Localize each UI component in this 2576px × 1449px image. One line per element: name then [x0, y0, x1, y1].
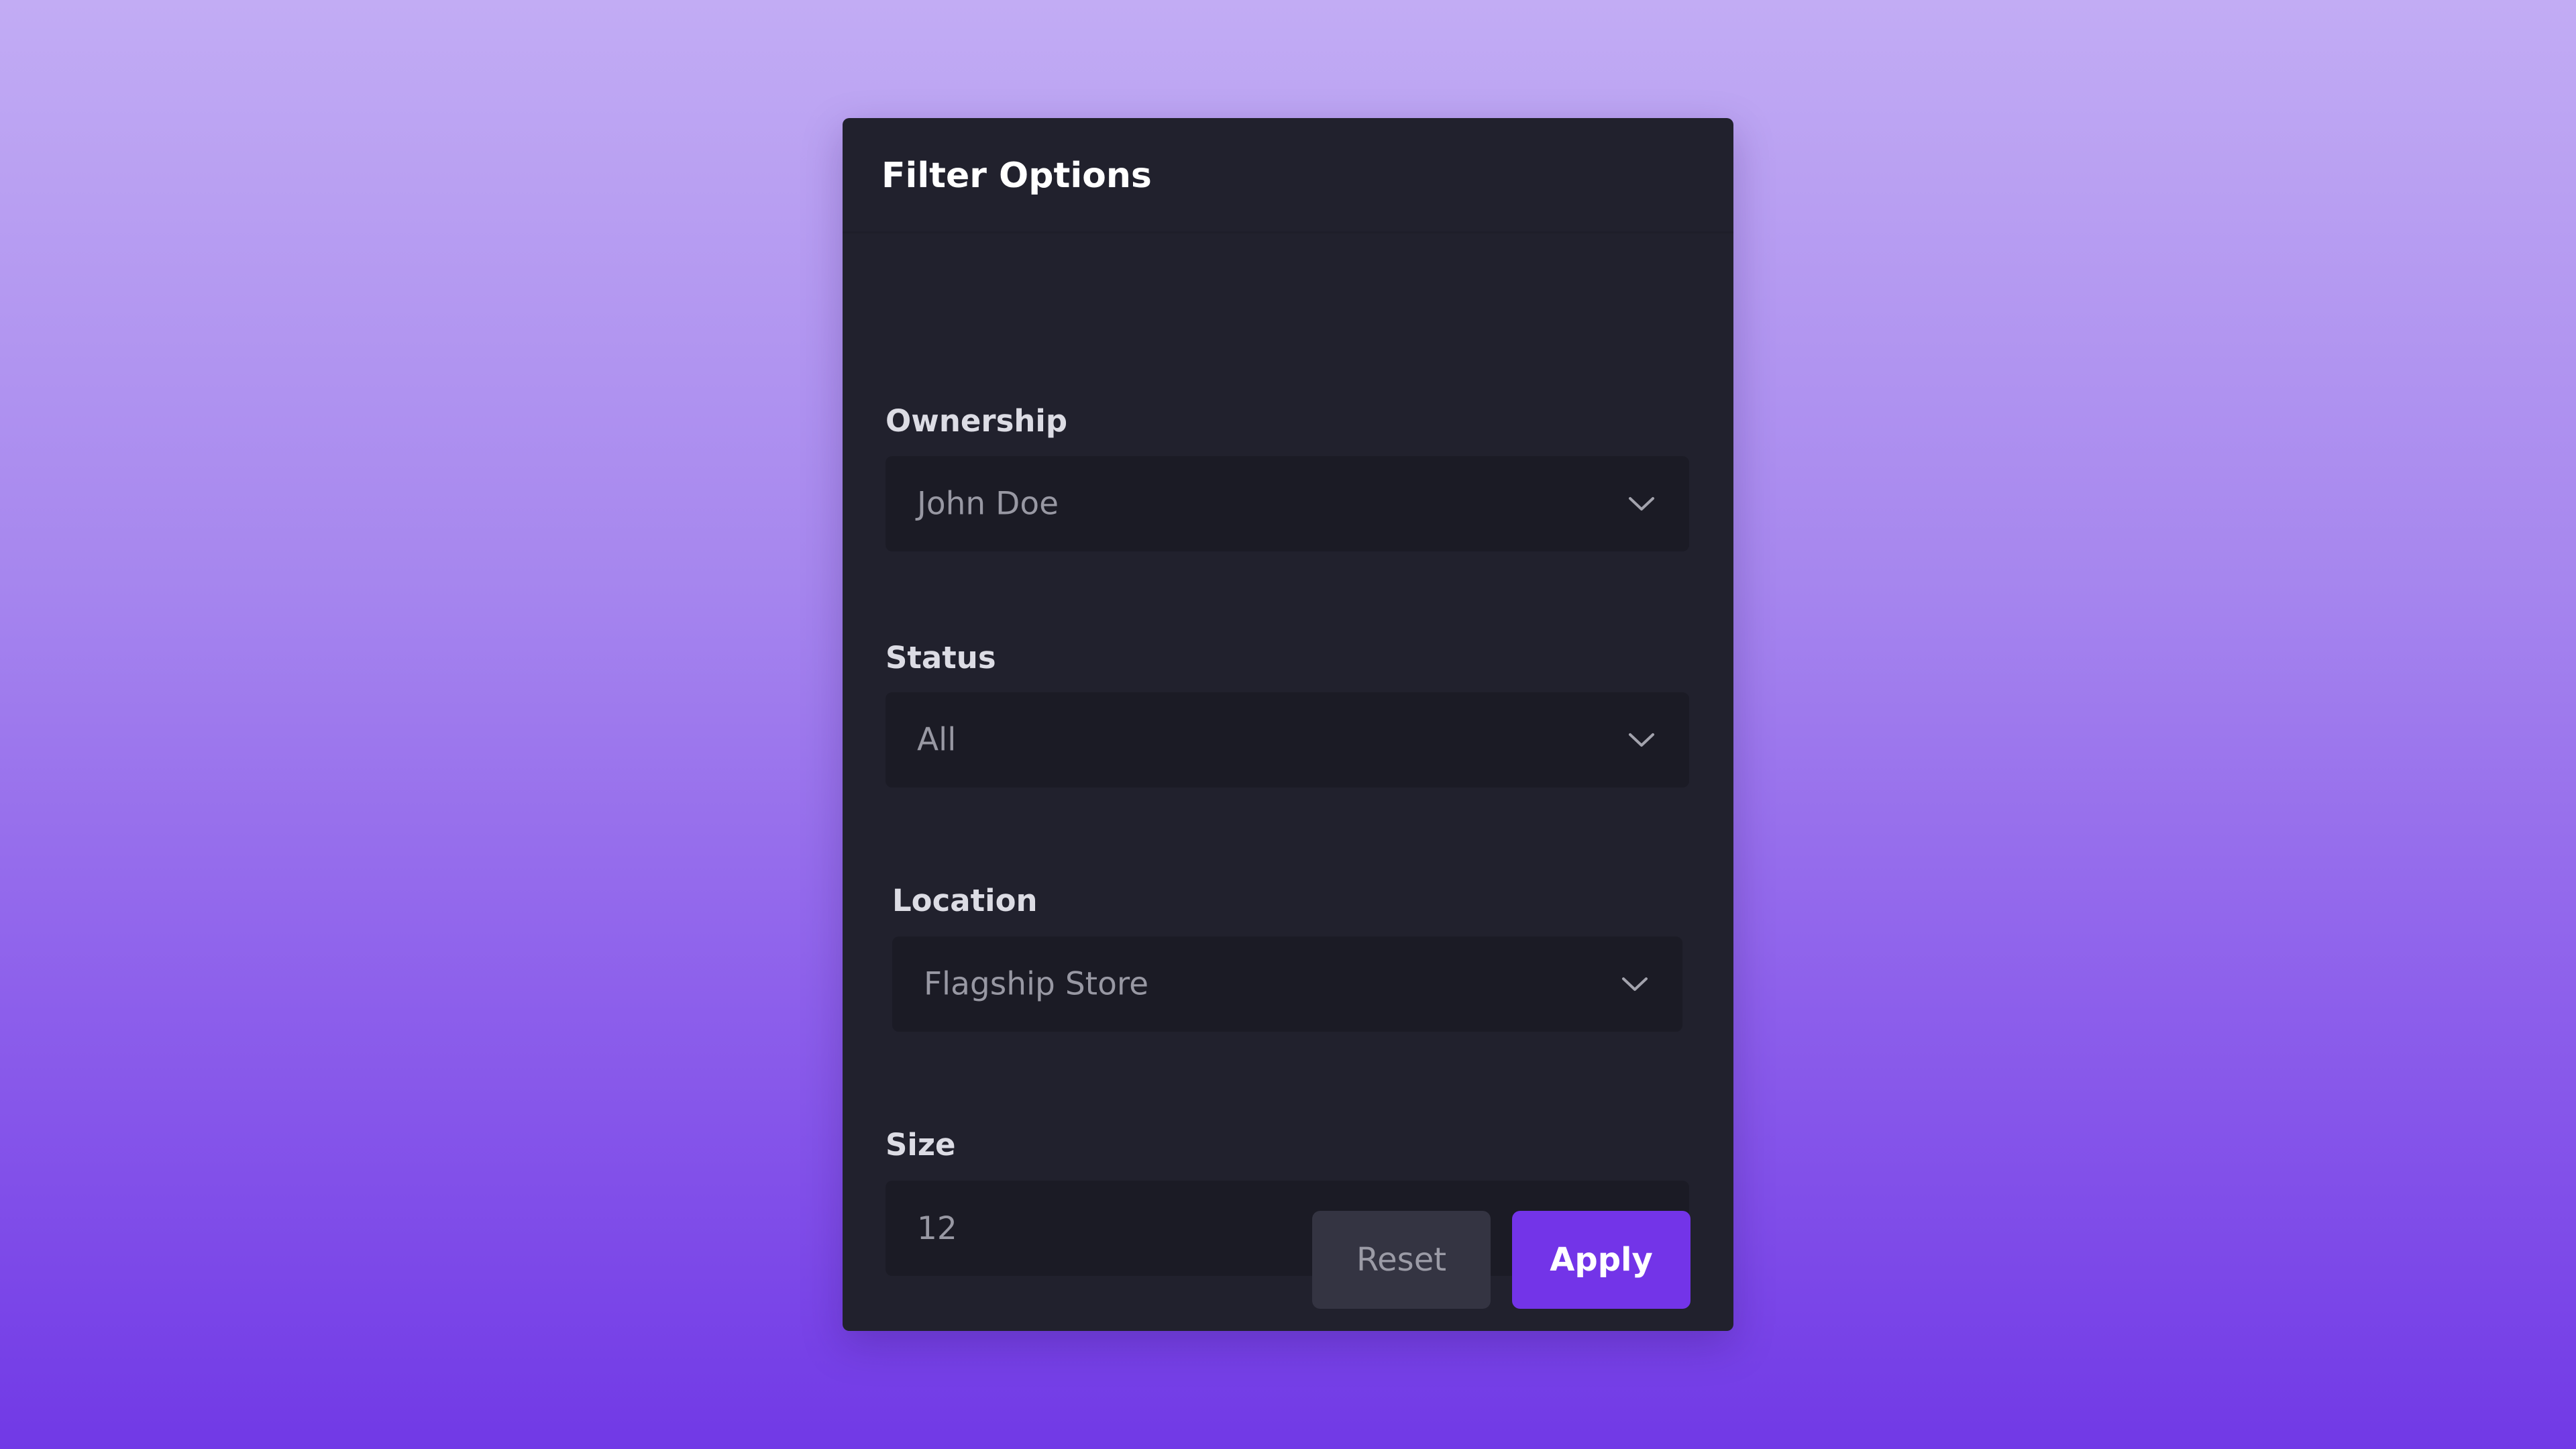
- reset-button[interactable]: Reset: [1312, 1211, 1491, 1309]
- status-select[interactable]: All: [885, 692, 1689, 788]
- chevron-down-icon: [1621, 976, 1649, 992]
- location-label: Location: [892, 883, 1038, 918]
- ownership-select[interactable]: John Doe: [885, 456, 1689, 551]
- status-select-value: All: [917, 721, 957, 759]
- apply-button[interactable]: Apply: [1512, 1211, 1690, 1309]
- size-label: Size: [885, 1127, 956, 1163]
- status-label: Status: [885, 640, 996, 676]
- panel-header: Filter Options: [843, 118, 1733, 233]
- ownership-select-value: John Doe: [917, 485, 1059, 523]
- chevron-down-icon: [1627, 732, 1656, 748]
- location-select[interactable]: Flagship Store: [892, 936, 1682, 1032]
- ownership-label: Ownership: [885, 403, 1068, 439]
- location-select-value: Flagship Store: [924, 965, 1149, 1003]
- chevron-down-icon: [1627, 496, 1656, 512]
- filter-options-panel: Filter Options Ownership John Doe Status…: [843, 118, 1733, 1331]
- panel-title: Filter Options: [881, 156, 1152, 196]
